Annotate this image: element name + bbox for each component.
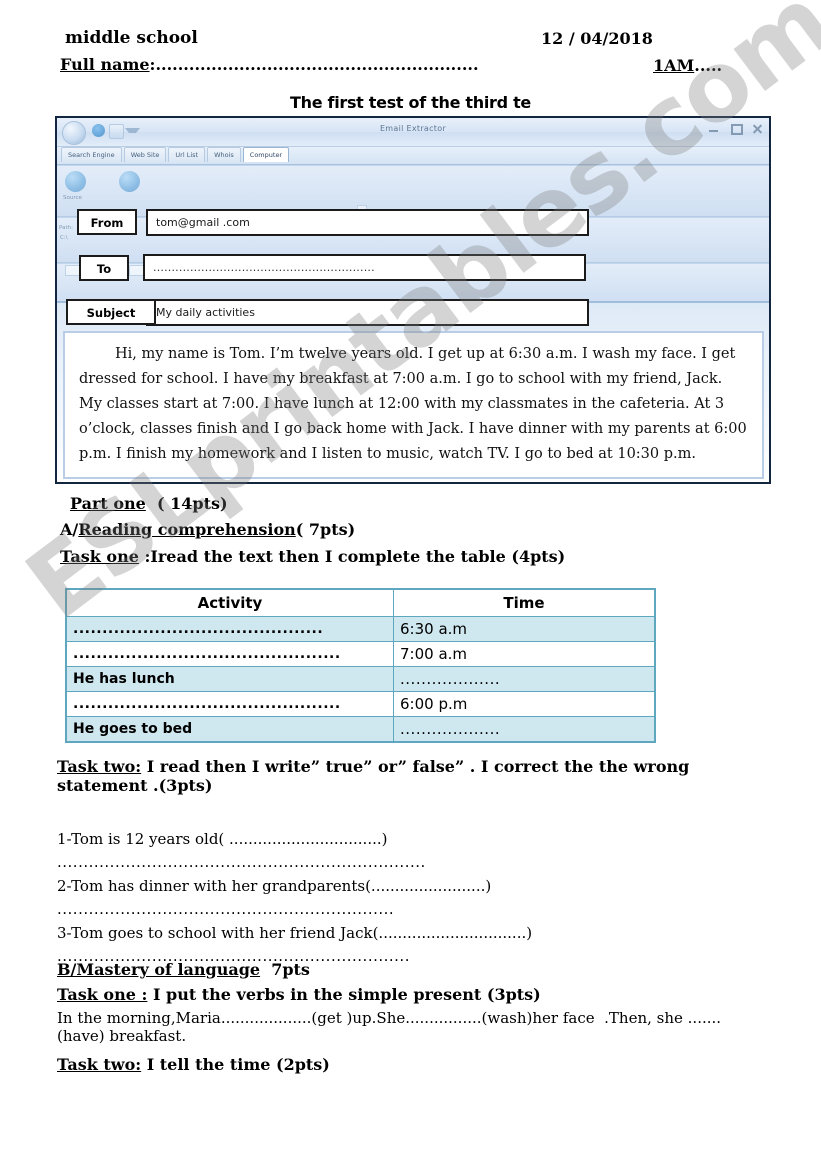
task-two-label: Task two: (57, 757, 142, 776)
tab-search-engine[interactable]: Search Engine (61, 147, 122, 162)
cell-activity: He has lunch (65, 666, 395, 692)
tab-url-list[interactable]: Url List (168, 147, 206, 162)
task-one-label: Task one (60, 547, 139, 566)
minimize-icon[interactable] (708, 123, 719, 134)
task-two-2-heading: Task two: I tell the time (2pts) (57, 1055, 330, 1074)
tab-web-site[interactable]: Web Site (123, 147, 167, 162)
test-date: 12 / 04/2018 (541, 29, 653, 48)
verbs-exercise-text[interactable]: In the morning,Maria...................(… (57, 1009, 757, 1045)
question-2[interactable]: 2-Tom has dinner with her grandparents(.… (57, 877, 491, 895)
question-3[interactable]: 3-Tom goes to school with her friend Jac… (57, 924, 532, 942)
window-titlebar[interactable]: Email Extractor (57, 118, 769, 147)
drive-label: C:\ (60, 235, 68, 241)
message-body-text: Hi, my name is Tom. I’m twelve years old… (79, 346, 747, 462)
table-row: He goes to bed ................... (65, 716, 656, 743)
table-row: He has lunch ................... (65, 666, 656, 692)
cell-time: 6:00 p.m (393, 691, 656, 717)
cell-time[interactable]: ................... (393, 666, 656, 692)
question-1-answer-line[interactable]: ........................................… (57, 853, 426, 871)
cell-activity[interactable]: ........................................… (65, 616, 395, 642)
message-body[interactable]: Hi, my name is Tom. I’m twelve years old… (63, 331, 764, 479)
table-row: ........................................… (65, 616, 656, 642)
section-a-prefix: A/ (60, 520, 79, 539)
start-source-icon[interactable] (65, 171, 86, 192)
tab-whois[interactable]: Whois (207, 147, 241, 162)
window-title: Email Extractor (379, 124, 447, 133)
window-body: Source Path: C:\ From tom@gmail .com To … (57, 165, 769, 482)
table-row: ........................................… (65, 641, 656, 667)
header-row-name: Full name:..............................… (0, 55, 821, 83)
clear-source-icon[interactable] (119, 171, 140, 192)
task-one-2-heading: Task one : I put the verbs in the simple… (57, 985, 541, 1004)
question-1[interactable]: 1-Tom is 12 years old( .................… (57, 830, 387, 848)
column-header-activity: Activity (65, 588, 395, 617)
section-a-heading: A/Reading comprehension( 7pts) (60, 520, 355, 539)
to-input[interactable]: ........................................… (143, 254, 586, 281)
full-name-label: Full name (60, 55, 150, 74)
full-name-line: Full name:..............................… (60, 55, 479, 74)
full-name-dots: :.......................................… (149, 55, 479, 74)
tab-computer[interactable]: Computer (242, 147, 290, 162)
task-one-text: :Iread the text then I complete the tabl… (138, 547, 566, 566)
task-one-heading: Task one :Iread the text then I complete… (60, 547, 565, 566)
cell-time[interactable]: ................... (393, 716, 656, 743)
section-a-label: Reading comprehension (78, 520, 296, 539)
to-label: To (79, 255, 129, 281)
from-label: From (77, 209, 137, 235)
email-client-window: Email Extractor Search Engine Web Site Url… (55, 116, 771, 484)
class-line: 1AM..... (653, 56, 722, 75)
maximize-icon[interactable] (730, 123, 743, 135)
cell-time: 6:30 a.m (393, 616, 656, 642)
part-one-label: Part one (70, 494, 146, 513)
path-label: Path: (59, 225, 73, 231)
table-row: ........................................… (65, 691, 656, 717)
subject-label: Subject (66, 299, 156, 325)
subject-input[interactable]: My daily activities (146, 299, 589, 326)
column-header-time: Time (393, 588, 656, 617)
task-two-2-text: I tell the time (2pts) (141, 1055, 330, 1074)
school-name: middle school (65, 28, 198, 48)
from-input[interactable]: tom@gmail .com (146, 209, 589, 236)
section-b-heading: B/Mastery of language 7pts (57, 960, 310, 979)
cell-activity[interactable]: ........................................… (65, 641, 395, 667)
cell-activity: He goes to bed (65, 716, 395, 743)
task-one-2-label: Task one : (57, 985, 148, 1004)
page-title: The first test of the third te (290, 93, 531, 112)
class-dots: ..... (694, 56, 723, 75)
table-header-row: Activity Time (65, 588, 656, 617)
task-two-2-label: Task two: (57, 1055, 142, 1074)
part-one-points: ( 14pts) (145, 494, 228, 513)
part-one-heading: Part one ( 14pts) (70, 494, 228, 513)
close-icon[interactable] (752, 123, 763, 134)
task-one-2-text: I put the verbs in the simple present (3… (147, 985, 541, 1004)
question-2-answer-line[interactable]: ........................................… (57, 900, 394, 918)
activity-time-table: Activity Time ..........................… (65, 588, 656, 743)
ribbon-tabs: Search Engine Web Site Url List Whois Comput… (57, 147, 769, 184)
task-two-heading: Task two: I read then I write” true” or”… (57, 757, 757, 795)
cell-activity[interactable]: ........................................… (65, 691, 395, 717)
task-two-text: I read then I write” true” or” false” . … (57, 757, 695, 795)
section-b-label: B/Mastery of language (57, 960, 261, 979)
cell-time: 7:00 a.m (393, 641, 656, 667)
section-b-points: 7pts (260, 960, 310, 979)
start-label: Source (63, 195, 82, 201)
section-a-points: ( 7pts) (295, 520, 356, 539)
header-row-top: middle school 12 / 04/2018 (0, 28, 821, 56)
class-label: 1AM (653, 56, 695, 75)
window-controls (708, 123, 763, 135)
